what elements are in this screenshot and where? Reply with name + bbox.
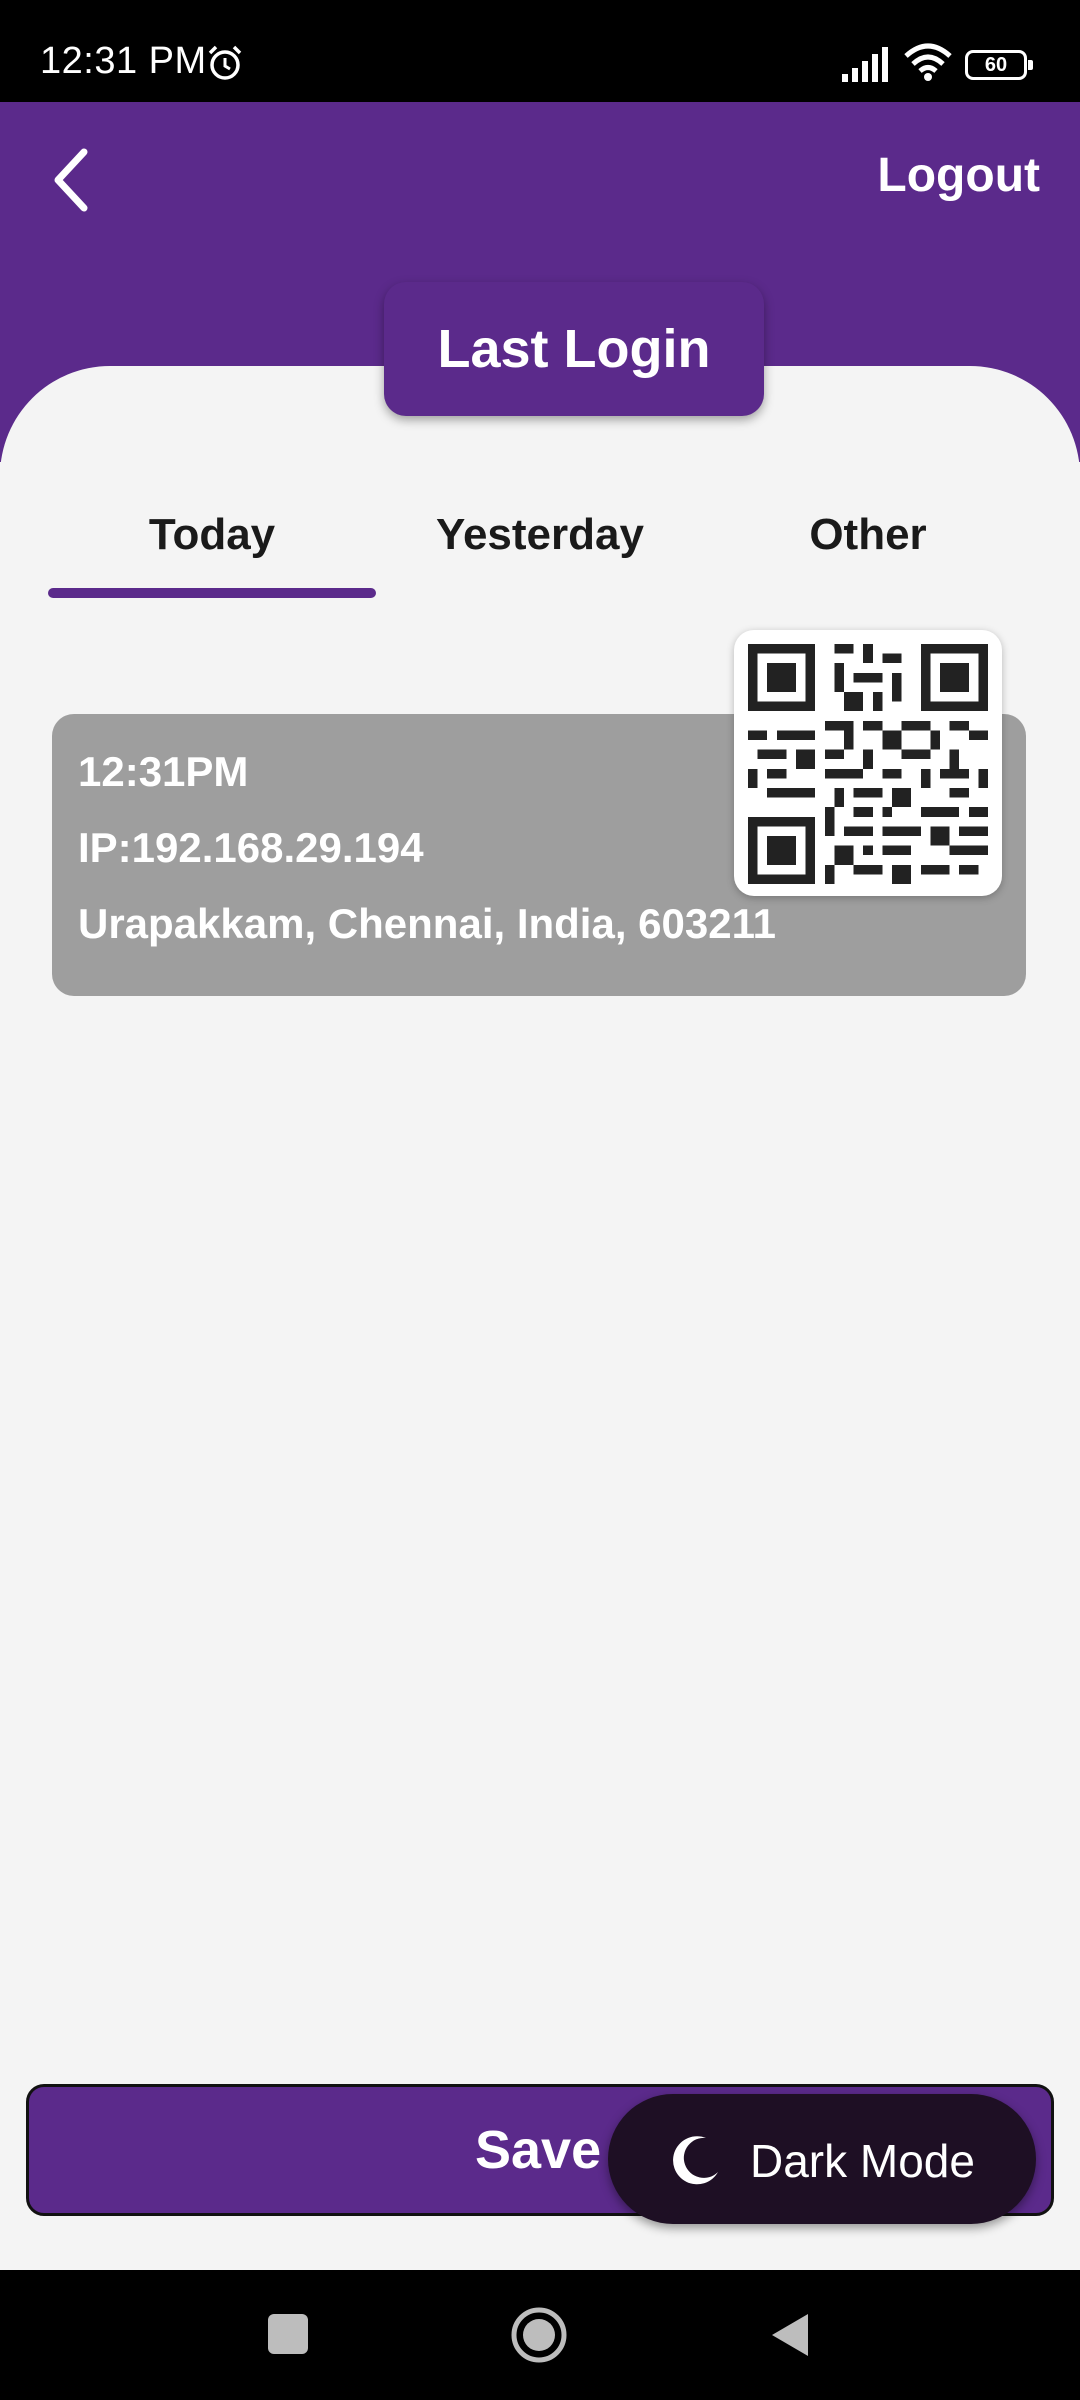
back-icon[interactable] (768, 2310, 812, 2360)
qr-code-icon[interactable] (734, 630, 1002, 896)
alarm-icon (208, 45, 242, 80)
login-time: 12:31PM (78, 748, 249, 795)
page-title: Last Login (384, 282, 764, 416)
status-bar: 12:31 PM 60 (0, 0, 1080, 102)
tab-yesterday[interactable]: Yesterday (376, 500, 704, 570)
dark-mode-toggle[interactable]: Dark Mode (608, 2094, 1036, 2224)
home-icon[interactable] (510, 2306, 568, 2364)
save-button-label: Save (475, 2120, 602, 2180)
dark-mode-label: Dark Mode (750, 2135, 975, 2187)
wifi-icon (904, 43, 952, 81)
navigation-bar (0, 2270, 1080, 2400)
moon-icon (673, 2136, 718, 2185)
chevron-left-icon[interactable] (40, 140, 100, 220)
login-ip: IP:192.168.29.194 (78, 824, 424, 871)
tab-today[interactable]: Today (48, 500, 376, 570)
tab-other[interactable]: Other (704, 500, 1032, 570)
login-location: Urapakkam, Chennai, India, 603211 (78, 900, 777, 947)
logout-button[interactable]: Logout (877, 148, 1040, 203)
battery-icon: 60 (965, 50, 1033, 80)
tab-indicator (48, 588, 376, 598)
recents-icon[interactable] (268, 2314, 308, 2354)
signal-icon (842, 47, 888, 82)
battery-level: 60 (984, 54, 1008, 76)
tab-bar: Today Yesterday Other (48, 500, 1032, 600)
status-time: 12:31 PM (40, 40, 207, 82)
